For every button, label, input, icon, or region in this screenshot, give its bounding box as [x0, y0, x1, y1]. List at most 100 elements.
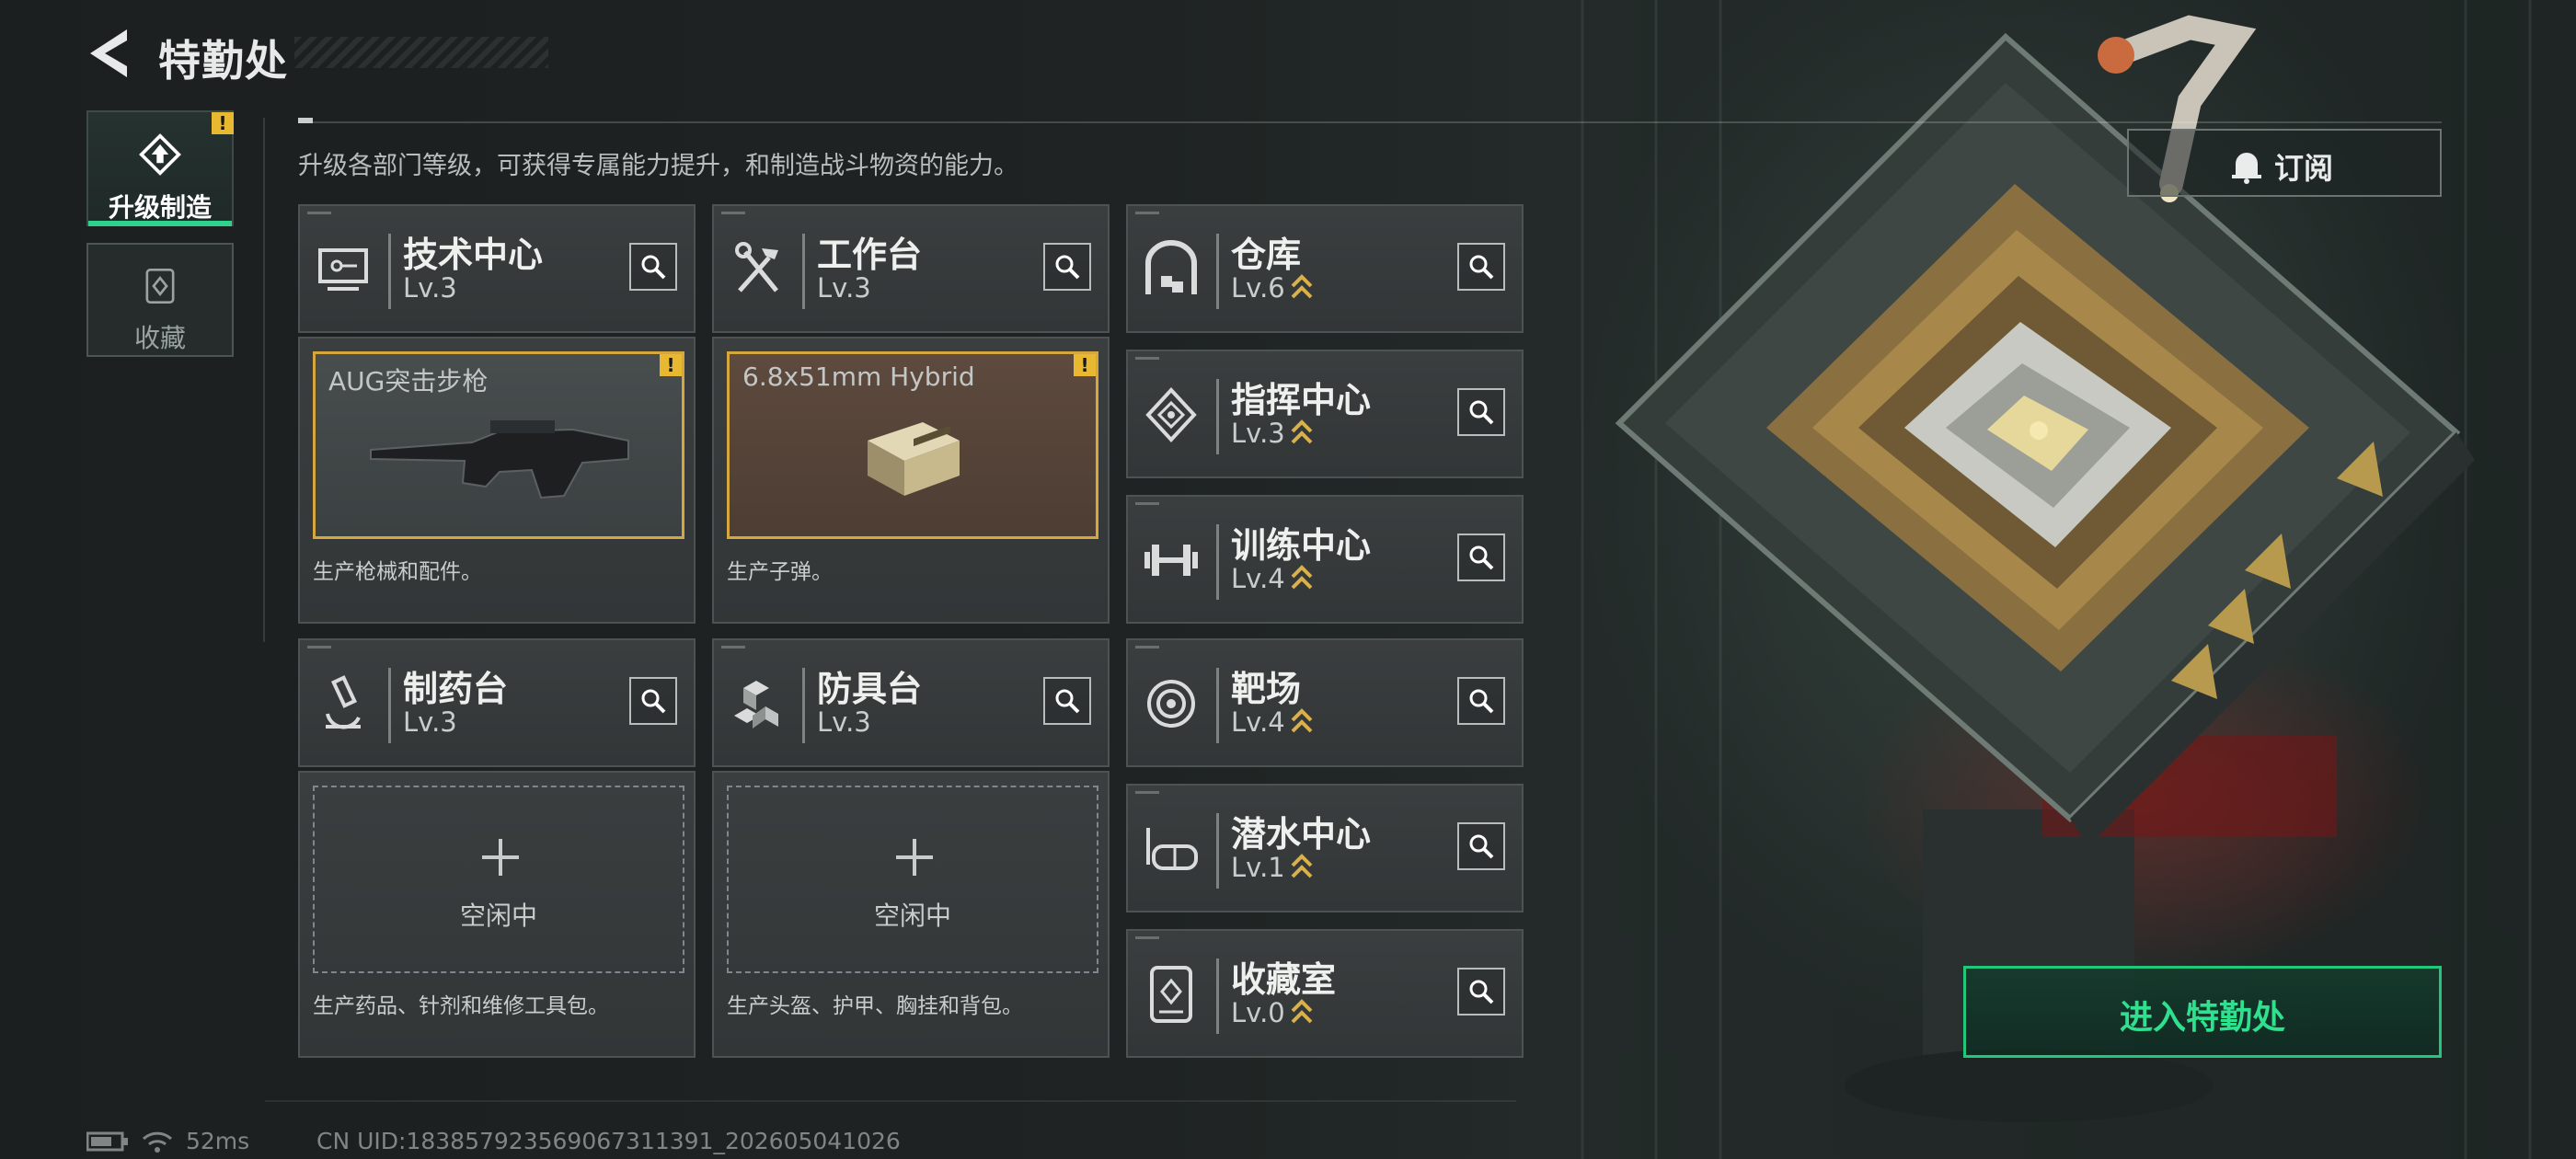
search-button[interactable]	[1457, 968, 1505, 1016]
search-button[interactable]	[1457, 243, 1505, 291]
upgrade-available-icon	[1291, 565, 1313, 590]
diving-mask-icon	[1146, 828, 1198, 870]
search-button[interactable]	[1457, 534, 1505, 581]
uid-text: CN UID:18385792356906731139​1_2026050410…	[316, 1128, 901, 1154]
vault-icon	[1150, 966, 1192, 1023]
intro-text: 升级各部门等级，可获得专属能力提升，和制造战斗物资的能力。	[298, 152, 1018, 180]
search-button[interactable]	[1043, 677, 1091, 725]
empty-production-slot[interactable]: 空闲中	[313, 786, 684, 973]
header-separator	[388, 668, 391, 743]
card-corner-mark	[1135, 936, 1159, 939]
dept-level-row: Lv.0	[1231, 997, 1313, 1028]
production-description: 生产药品、针剂和维修工具包。	[313, 994, 609, 1018]
dept-card-armor-bench[interactable]: 防具台 Lv.3	[712, 638, 1110, 767]
dept-name: 收藏室	[1231, 959, 1337, 1000]
card-corner-mark	[1135, 357, 1159, 360]
plus-icon	[896, 839, 933, 876]
card-corner-mark	[721, 212, 745, 214]
dept-level-row: Lv.1	[1231, 852, 1313, 883]
card-corner-mark	[1135, 502, 1159, 505]
search-button[interactable]	[629, 243, 677, 291]
empty-production-slot[interactable]: 空闲中	[727, 786, 1098, 973]
dept-card-training-center[interactable]: 训练中心 Lv.4	[1126, 495, 1524, 624]
microscope-icon	[326, 675, 361, 729]
slot-item-name: AUG突击步枪	[328, 366, 489, 396]
collection-icon	[145, 268, 175, 304]
header-separator	[1216, 813, 1219, 889]
subscribe-button[interactable]: 订阅	[2127, 129, 2442, 197]
search-icon	[641, 255, 666, 280]
dept-card-diving-center[interactable]: 潜水中心 Lv.1	[1126, 784, 1524, 912]
idle-label: 空闲中	[873, 901, 951, 931]
card-corner-mark	[1135, 212, 1159, 214]
dept-card-shooting-range[interactable]: 靶场 Lv.4	[1126, 638, 1524, 767]
nav-divider	[263, 118, 265, 642]
search-button[interactable]	[1457, 822, 1505, 870]
search-icon	[1055, 689, 1080, 714]
target-icon	[1147, 680, 1195, 728]
header-separator	[1216, 379, 1219, 454]
divider-tick	[298, 118, 313, 123]
production-slot-ammo[interactable]: 6.8x51mm Hybrid !	[727, 351, 1098, 539]
tab-collection[interactable]: 收藏	[86, 243, 234, 357]
header-separator	[1216, 668, 1219, 743]
armor-blocks-icon	[734, 681, 778, 729]
slot-item-name: 6.8x51mm Hybrid	[742, 361, 975, 392]
dept-card-collection-room[interactable]: 收藏室 Lv.0	[1126, 929, 1524, 1058]
tab-upgrade-manufacture[interactable]: 升级制造 !	[86, 110, 234, 226]
dept-level-row: Lv.4	[1231, 563, 1313, 594]
warehouse-icon	[1145, 240, 1197, 294]
search-icon	[1469, 689, 1494, 714]
production-card-armor[interactable]: 空闲中 生产头盔、护甲、胸挂和背包。	[712, 771, 1110, 1058]
dept-card-tech-center[interactable]: 技术中心 Lv.3	[298, 204, 696, 333]
header-separator	[802, 668, 805, 743]
upgrade-available-icon	[1291, 274, 1313, 299]
search-icon	[641, 689, 666, 714]
search-icon	[1469, 980, 1494, 1004]
back-arrow-icon[interactable]	[85, 26, 132, 81]
dept-level: Lv.3	[817, 706, 871, 738]
dept-card-workbench[interactable]: 工作台 Lv.3	[712, 204, 1110, 333]
search-icon	[1469, 545, 1494, 570]
dept-name: 制药台	[403, 669, 509, 709]
tools-icon	[735, 242, 778, 293]
alert-badge: !	[212, 112, 234, 134]
search-button[interactable]	[1043, 243, 1091, 291]
header-separator	[802, 234, 805, 309]
dept-level: Lv.3	[403, 272, 457, 304]
production-card-pharmacy[interactable]: 空闲中 生产药品、针剂和维修工具包。	[298, 771, 696, 1058]
enter-button-label: 进入特勤处	[2119, 999, 2285, 1037]
upgrade-icon	[139, 133, 181, 176]
dept-name: 防具台	[817, 669, 923, 709]
dept-card-command-center[interactable]: 指挥中心 Lv.3	[1126, 350, 1524, 478]
wifi-icon	[142, 1131, 173, 1153]
subscribe-label: 订阅	[2274, 151, 2334, 186]
production-card-tech[interactable]: AUG突击步枪 ! 生产枪械和配件。	[298, 337, 696, 624]
plus-icon	[482, 839, 519, 876]
search-button[interactable]	[629, 677, 677, 725]
dept-level: Lv.3	[1231, 418, 1285, 449]
dept-level: Lv.3	[403, 706, 457, 738]
header-divider	[298, 121, 2442, 123]
dept-name: 潜水中心	[1231, 814, 1372, 855]
dept-card-pharmacy[interactable]: 制药台 Lv.3	[298, 638, 696, 767]
dept-level: Lv.0	[1231, 997, 1285, 1028]
dept-level: Lv.6	[1231, 272, 1285, 304]
status-bar: 52ms	[86, 1128, 249, 1154]
ping-value: 52ms	[186, 1128, 250, 1154]
enter-special-ops-button[interactable]: 进入特勤处	[1963, 966, 2442, 1058]
dept-level: Lv.4	[1231, 706, 1285, 738]
search-button[interactable]	[1457, 388, 1505, 436]
title-decoration	[294, 37, 548, 68]
production-card-workbench[interactable]: 6.8x51mm Hybrid ! 生产子弹。	[712, 337, 1110, 624]
production-slot-aug[interactable]: AUG突击步枪 !	[313, 351, 684, 539]
search-button[interactable]	[1457, 677, 1505, 725]
card-corner-mark	[1135, 646, 1159, 648]
card-corner-mark	[721, 646, 745, 648]
dept-level-row: Lv.4	[1231, 706, 1313, 738]
production-description: 生产子弹。	[727, 560, 833, 584]
header-separator	[388, 234, 391, 309]
dept-name: 训练中心	[1231, 525, 1372, 566]
dept-level: Lv.4	[1231, 563, 1285, 594]
dept-card-warehouse[interactable]: 仓库 Lv.6	[1126, 204, 1524, 333]
